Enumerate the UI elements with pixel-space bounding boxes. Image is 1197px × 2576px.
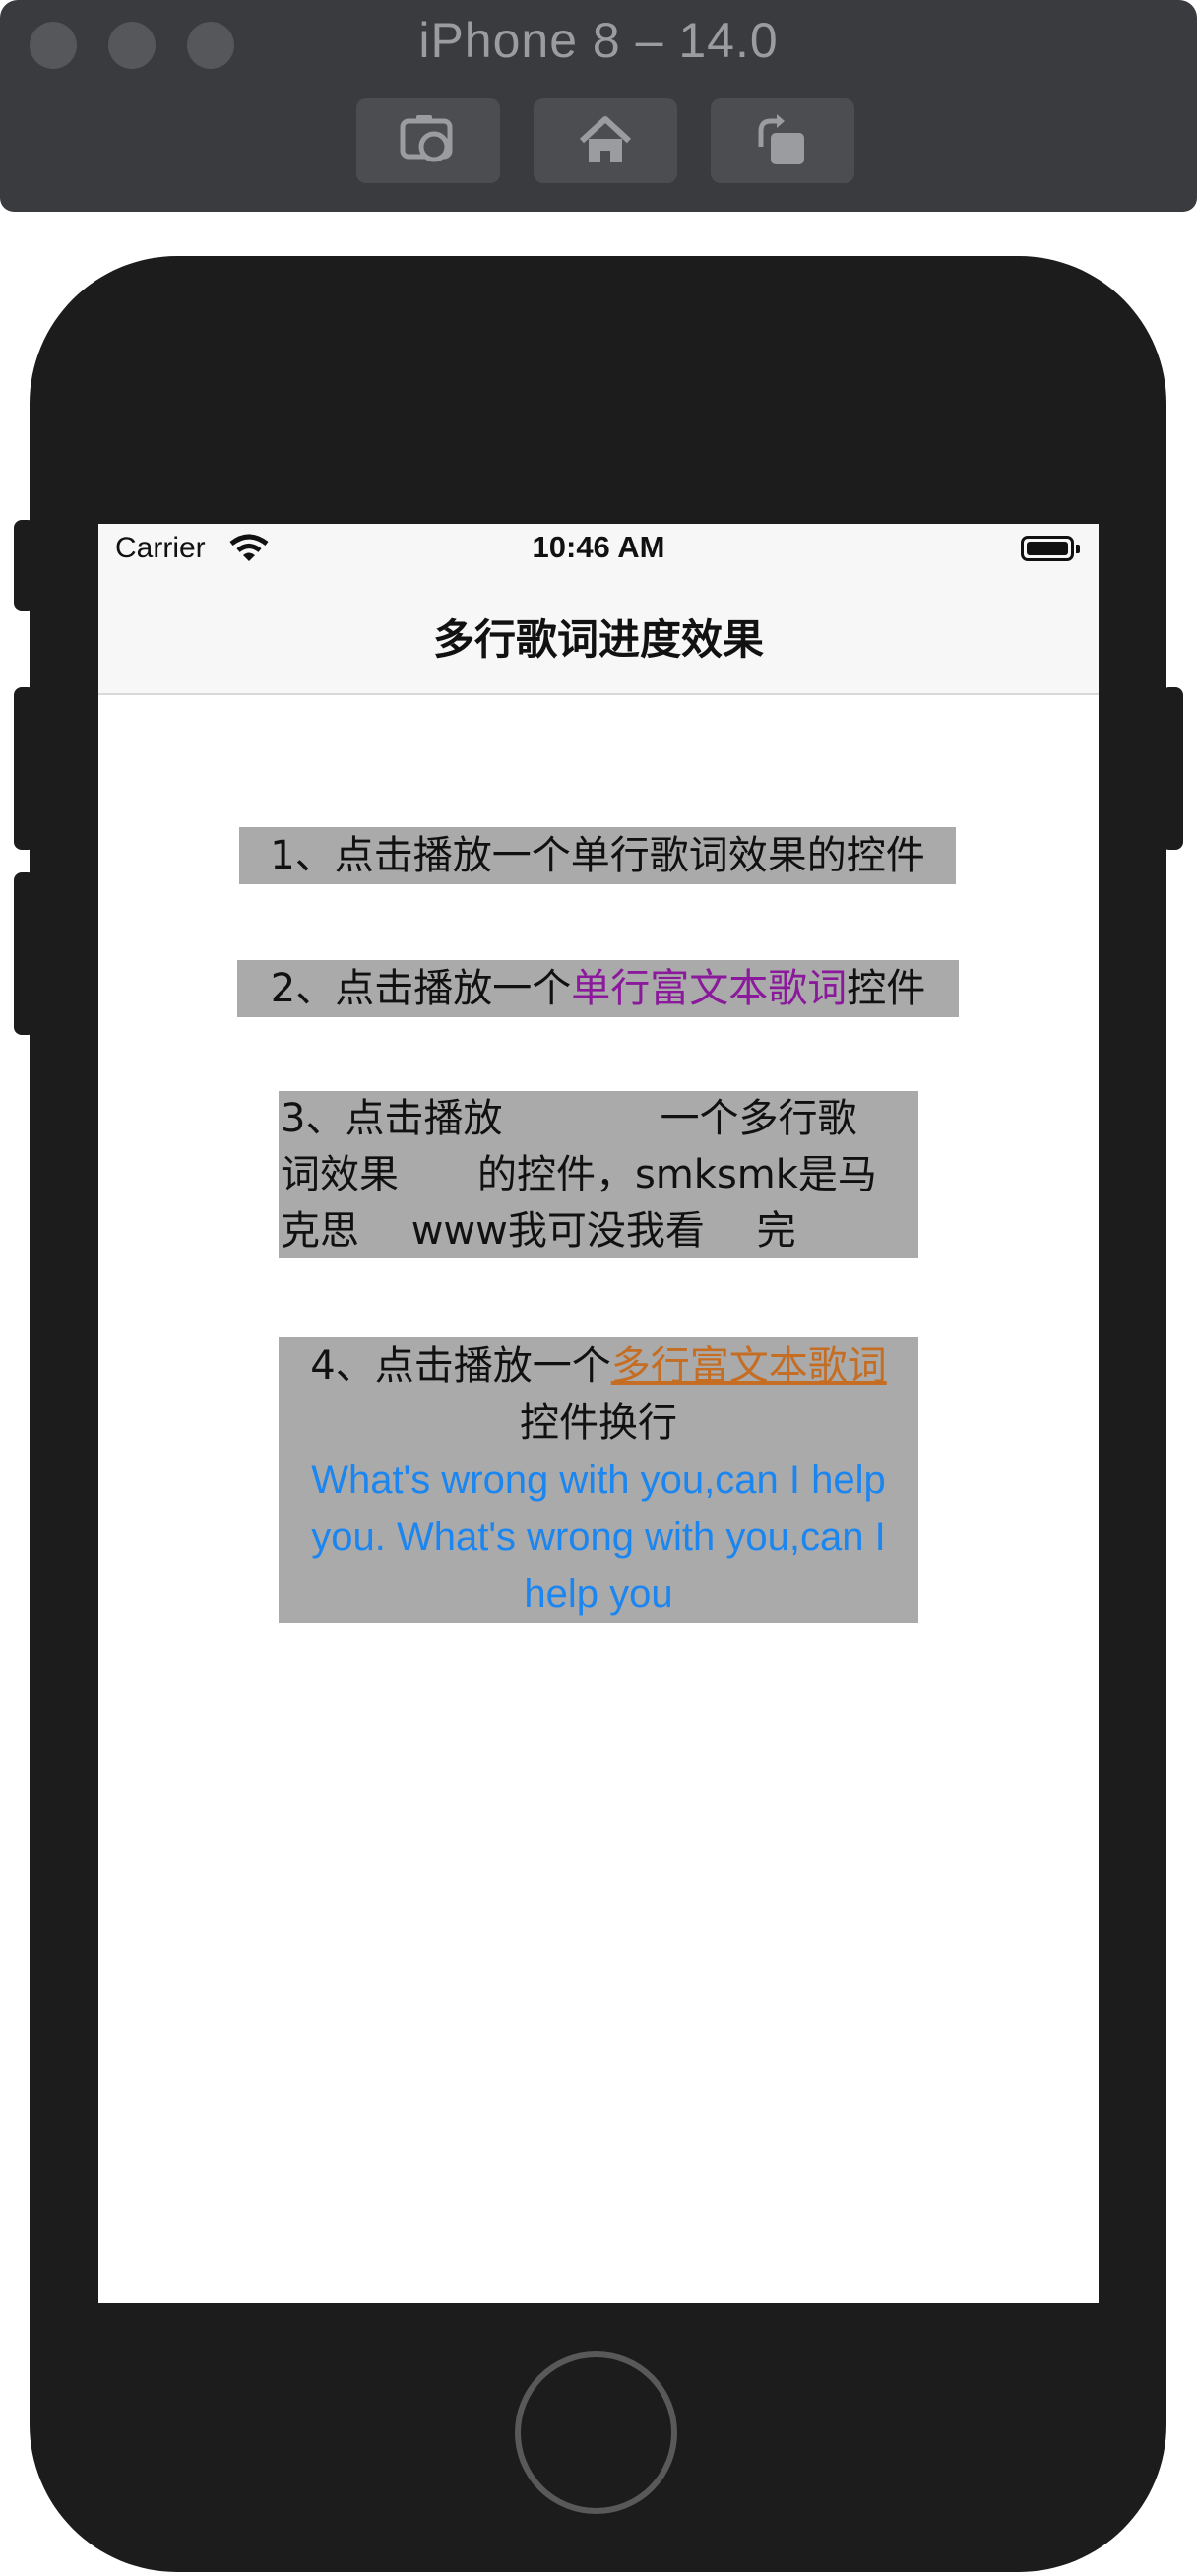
single-line-rich-lyric-label[interactable]: 2、点击播放一个单行富文本歌词控件 xyxy=(237,960,959,1017)
volume-down-button xyxy=(14,872,35,1035)
page-title: 多行歌词进度效果 xyxy=(432,615,764,664)
navigation-bar: 多行歌词进度效果 xyxy=(98,579,1099,695)
device-screen: Carrier 10:46 AM 多行歌词进度效果 1、点击播放一个单行歌词效果… xyxy=(98,524,1099,2303)
home-icon xyxy=(579,116,632,162)
item-3-line-1: 3、点击播放 一个多行歌 xyxy=(281,1096,857,1141)
multi-line-lyric-label[interactable]: 3、点击播放 一个多行歌 词效果 的控件，smksmk是马 克思 www我可没我… xyxy=(279,1091,918,1258)
home-button-toolbar[interactable] xyxy=(534,98,677,183)
multi-line-rich-lyric-label[interactable]: 4、点击播放一个多行富文本歌词 控件换行 What's wrong with y… xyxy=(279,1337,918,1623)
item-4-english-line-2: you. What's wrong with you,can I xyxy=(311,1515,886,1559)
item-2-suffix: 控件 xyxy=(847,966,926,1011)
single-line-lyric-label[interactable]: 1、点击播放一个单行歌词效果的控件 xyxy=(239,827,956,884)
item-4-english-line-1: What's wrong with you,can I help xyxy=(311,1458,886,1502)
simulator-title: iPhone 8 – 14.0 xyxy=(418,13,779,68)
item-4-line-2: 控件换行 xyxy=(520,1400,677,1446)
item-2-prefix: 2、点击播放一个 xyxy=(270,966,572,1011)
item-2-highlight: 单行富文本歌词 xyxy=(571,966,848,1011)
volume-up-button xyxy=(14,687,35,850)
simulator-toolbar: iPhone 8 – 14.0 xyxy=(0,0,1197,212)
power-button xyxy=(1162,687,1183,850)
status-time: 10:46 AM xyxy=(532,530,665,564)
screenshot-button[interactable] xyxy=(356,98,500,183)
item-4-english-line-3: help you xyxy=(524,1573,673,1616)
status-bar: Carrier 10:46 AM xyxy=(98,524,1099,579)
battery-icon xyxy=(1021,536,1080,561)
item-4-prefix: 4、点击播放一个 xyxy=(310,1343,611,1388)
device-home-button[interactable] xyxy=(515,2351,677,2514)
camera-icon xyxy=(400,115,453,162)
item-3-line-3: 克思 www我可没我看 完 xyxy=(281,1208,796,1254)
rotate-icon xyxy=(758,114,804,164)
rotate-button[interactable] xyxy=(711,98,854,183)
item-1-text: 1、点击播放一个单行歌词效果的控件 xyxy=(270,833,925,878)
item-4-highlight: 多行富文本歌词 xyxy=(610,1343,887,1388)
item-3-line-2: 词效果 的控件，smksmk是马 xyxy=(281,1152,877,1197)
silent-switch xyxy=(14,520,35,611)
